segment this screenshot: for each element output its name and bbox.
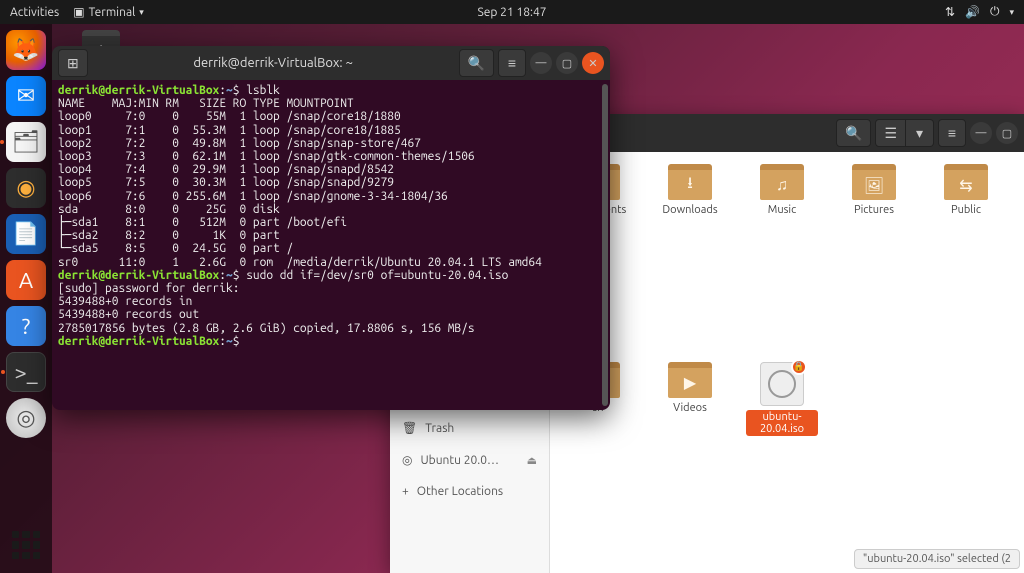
terminal-search-button[interactable]: 🔍: [459, 49, 494, 77]
plus-icon: +: [402, 485, 409, 498]
terminal-content[interactable]: derrik@derrik-VirtualBox:~$ lsblk NAME M…: [52, 80, 610, 410]
terminal-window: ⊞ derrik@derrik-VirtualBox: ~ 🔍 ≡ — ▢ ✕ …: [52, 46, 610, 410]
folder-public[interactable]: ⇆ Public: [930, 164, 1002, 216]
eject-icon[interactable]: ⏏: [527, 454, 537, 467]
folder-label: Downloads: [662, 204, 717, 216]
dock-help[interactable]: ?: [6, 306, 46, 346]
terminal-headerbar: ⊞ derrik@derrik-VirtualBox: ~ 🔍 ≡ — ▢ ✕: [52, 46, 610, 80]
dock-firefox[interactable]: 🦊: [6, 30, 46, 70]
chevron-down-icon[interactable]: ▾: [1009, 7, 1014, 18]
disc-icon: ◎: [402, 453, 412, 467]
terminal-menu-button[interactable]: ≡: [498, 49, 526, 77]
folder-label: Public: [951, 204, 981, 216]
sidebar-item-label: Other Locations: [417, 485, 503, 498]
sidebar-item-label: Trash: [425, 422, 454, 435]
clock[interactable]: Sep 21 18:47: [478, 6, 547, 19]
app-menu[interactable]: ▣ Terminal ▾: [73, 5, 144, 19]
file-label: ubuntu-20.04.iso: [746, 410, 818, 436]
search-icon: 🔍: [845, 125, 862, 142]
dock-software[interactable]: A: [6, 260, 46, 300]
activities-button[interactable]: Activities: [10, 6, 59, 19]
sidebar-mount-ubuntu[interactable]: ◎ Ubuntu 20.0… ⏏: [390, 444, 549, 476]
files-minimize-button[interactable]: —: [970, 122, 992, 144]
view-options-button[interactable]: ▾: [906, 119, 934, 147]
folder-icon: ▶: [668, 362, 712, 398]
files-statusbar: "ubuntu-20.04.iso" selected (2: [854, 549, 1020, 569]
folder-icon: 🖼: [852, 164, 896, 200]
files-maximize-button[interactable]: ▢: [996, 122, 1018, 144]
folder-videos[interactable]: ▶ Videos: [654, 362, 726, 414]
power-icon[interactable]: ⏻: [990, 5, 1000, 19]
chevron-down-icon: ▾: [139, 7, 144, 18]
sidebar-other-locations[interactable]: + Other Locations: [390, 476, 549, 507]
folder-icon: ⇆: [944, 164, 988, 200]
show-applications[interactable]: [8, 527, 44, 563]
search-icon: 🔍: [468, 55, 485, 72]
files-search-button[interactable]: 🔍: [836, 119, 871, 147]
dock-writer[interactable]: 📄: [6, 214, 46, 254]
dock-files[interactable]: 🗂: [6, 122, 46, 162]
top-bar: Activities ▣ Terminal ▾ Sep 21 18:47 ⇅ 🔊…: [0, 0, 1024, 24]
terminal-minimize-button[interactable]: —: [530, 52, 552, 74]
files-main-area[interactable]: 🖺 Documents ⭳ Downloads ♫ Music 🖼 Pictur…: [550, 152, 1024, 573]
terminal-maximize-button[interactable]: ▢: [556, 52, 578, 74]
terminal-icon: ▣: [73, 5, 84, 19]
folder-icon: ⭳: [668, 164, 712, 200]
sidebar-trash[interactable]: 🗑 Trash: [390, 412, 549, 444]
sidebar-item-label: Ubuntu 20.0…: [420, 454, 498, 467]
app-menu-label: Terminal: [89, 6, 136, 19]
files-view-switcher[interactable]: ☰ ▾: [875, 119, 934, 147]
lock-badge-icon: 🔒: [791, 359, 807, 375]
file-ubuntu-iso[interactable]: 🔒 ubuntu-20.04.iso: [746, 362, 818, 436]
files-menu-button[interactable]: ≡: [938, 119, 966, 147]
folder-label: Videos: [673, 402, 707, 414]
terminal-new-tab-button[interactable]: ⊞: [58, 49, 88, 77]
folder-downloads[interactable]: ⭳ Downloads: [654, 164, 726, 216]
iso-icon: 🔒: [760, 362, 804, 406]
terminal-close-button[interactable]: ✕: [582, 52, 604, 74]
folder-music[interactable]: ♫ Music: [746, 164, 818, 216]
network-icon[interactable]: ⇅: [945, 5, 955, 19]
volume-icon[interactable]: 🔊: [965, 5, 980, 19]
list-view-button[interactable]: ☰: [875, 119, 906, 147]
trash-icon: 🗑: [402, 421, 417, 435]
dock-disc[interactable]: ◎: [6, 398, 46, 438]
folder-label: Pictures: [854, 204, 894, 216]
dock: 🦊 ✉ 🗂 ◉ 📄 A ? >_ ◎: [0, 24, 52, 573]
folder-icon: ♫: [760, 164, 804, 200]
terminal-title: derrik@derrik-VirtualBox: ~: [92, 56, 455, 70]
folder-pictures[interactable]: 🖼 Pictures: [838, 164, 910, 216]
dock-rhythmbox[interactable]: ◉: [6, 168, 46, 208]
dock-terminal[interactable]: >_: [6, 352, 46, 392]
dock-thunderbird[interactable]: ✉: [6, 76, 46, 116]
folder-label: Music: [768, 204, 796, 216]
